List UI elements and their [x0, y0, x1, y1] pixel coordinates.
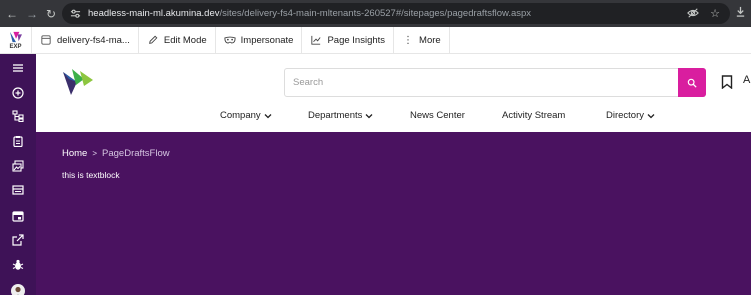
more-button[interactable]: ⋮ More	[393, 27, 450, 53]
site-header: A Company Departments News Center Activi…	[36, 54, 751, 132]
pencil-icon	[147, 34, 159, 46]
menu-icon[interactable]	[10, 60, 26, 76]
bug-icon[interactable]	[10, 257, 26, 273]
search-box	[284, 68, 706, 97]
star-icon[interactable]: ☆	[708, 6, 722, 20]
page-content: Home > PageDraftsFlow this is textblock	[36, 132, 751, 295]
edit-mode-button[interactable]: Edit Mode	[137, 27, 215, 53]
site-logo-icon[interactable]	[62, 68, 94, 96]
header-edge-text: A	[743, 74, 751, 86]
akumina-sidebar	[0, 54, 36, 295]
search-icon	[687, 78, 697, 88]
impersonate-button[interactable]: Impersonate	[214, 27, 302, 53]
layout-icon[interactable]	[10, 182, 26, 198]
more-label: More	[419, 34, 441, 46]
nav-item-label: Departments	[308, 110, 363, 121]
exp-label: EXP	[9, 43, 22, 50]
browser-toolbar: ← → ↻ headless-main-ml.akumina.dev/sites…	[0, 0, 751, 27]
address-bar[interactable]: headless-main-ml.akumina.dev/sites/deliv…	[62, 3, 730, 24]
nav-item-label: Directory	[606, 110, 645, 121]
nav-item-label: Activity Stream	[502, 110, 566, 121]
edit-mode-label: Edit Mode	[163, 34, 207, 46]
eye-off-icon[interactable]	[686, 6, 700, 20]
chart-icon	[310, 34, 322, 46]
breadcrumb-home-link[interactable]: Home	[62, 148, 87, 159]
url-path: /sites/delivery-fs4-main-mltenants-26052…	[219, 8, 532, 19]
breadcrumb: Home > PageDraftsFlow	[62, 148, 170, 159]
main-nav: Company Departments News Center Activity…	[36, 110, 751, 128]
akumina-toolbar: EXP delivery-fs4-ma... Edit Mode Imperso…	[0, 27, 751, 54]
more-vertical-icon: ⋮	[403, 34, 414, 46]
breadcrumb-separator: >	[92, 149, 98, 158]
url-host: headless-main-ml.akumina.dev	[88, 8, 220, 19]
chevron-down-icon	[365, 113, 373, 118]
search-input[interactable]	[285, 69, 678, 96]
impersonate-label: Impersonate	[240, 34, 294, 46]
back-arrow-icon[interactable]: ←	[4, 7, 20, 21]
forward-arrow-icon[interactable]: →	[24, 7, 40, 21]
site-selector[interactable]: delivery-fs4-ma...	[31, 27, 138, 53]
nav-item-label: Company	[220, 110, 261, 121]
reload-icon[interactable]: ↻	[44, 7, 58, 21]
download-icon[interactable]	[733, 6, 747, 20]
clipboard-icon[interactable]	[10, 133, 26, 149]
chevron-down-icon	[647, 113, 655, 118]
chevron-down-icon	[264, 113, 272, 118]
exp-logo-icon	[9, 31, 22, 42]
add-circle-icon[interactable]	[10, 85, 26, 101]
site-icon	[40, 34, 52, 46]
textblock: this is textblock	[62, 170, 120, 180]
exp-logo[interactable]: EXP	[0, 27, 31, 53]
search-button[interactable]	[678, 68, 706, 97]
nav-item-activity-stream[interactable]: Activity Stream	[502, 110, 565, 121]
nav-item-news-center[interactable]: News Center	[410, 110, 465, 121]
external-link-icon[interactable]	[10, 232, 26, 248]
url-text: headless-main-ml.akumina.dev/sites/deliv…	[88, 8, 531, 19]
sitemap-icon[interactable]	[10, 108, 26, 124]
nav-item-company[interactable]: Company	[220, 110, 272, 121]
mask-icon	[224, 34, 236, 46]
breadcrumb-current: PageDraftsFlow	[102, 148, 170, 159]
site-label: delivery-fs4-ma...	[57, 34, 130, 46]
site-info-icon[interactable]	[68, 7, 82, 21]
nav-item-label: News Center	[410, 110, 465, 121]
bookmark-icon[interactable]	[721, 75, 733, 89]
page-insights-button[interactable]: Page Insights	[301, 27, 393, 53]
page-insights-label: Page Insights	[327, 34, 386, 46]
calendar-icon[interactable]	[10, 208, 26, 224]
user-avatar[interactable]	[11, 284, 25, 295]
nav-item-directory[interactable]: Directory	[606, 110, 655, 121]
images-icon[interactable]	[10, 158, 26, 174]
nav-item-departments[interactable]: Departments	[308, 110, 373, 121]
